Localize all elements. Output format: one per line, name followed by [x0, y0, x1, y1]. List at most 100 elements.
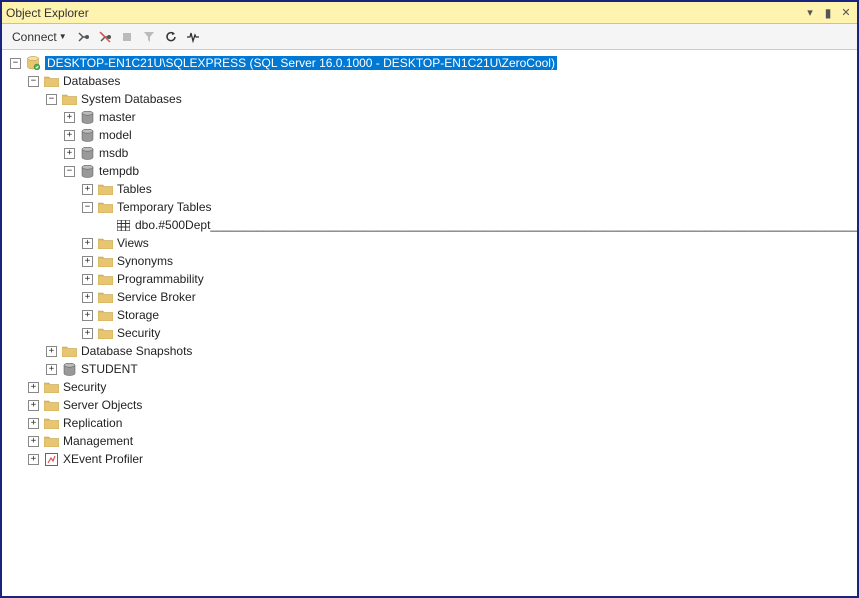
databases-node[interactable]: − Databases: [10, 72, 857, 90]
model-label[interactable]: model: [99, 128, 132, 142]
security-label[interactable]: Security: [63, 380, 106, 394]
close-icon[interactable]: ✕: [839, 6, 853, 19]
expander-icon[interactable]: +: [46, 346, 57, 357]
database-icon: [61, 362, 77, 376]
student-label[interactable]: STUDENT: [81, 362, 138, 376]
expander-icon[interactable]: +: [64, 112, 75, 123]
temptables-label[interactable]: Temporary Tables: [117, 200, 212, 214]
servicebroker-label[interactable]: Service Broker: [117, 290, 196, 304]
tempdb-label[interactable]: tempdb: [99, 164, 139, 178]
expander-icon[interactable]: +: [82, 292, 93, 303]
databases-label[interactable]: Databases: [63, 74, 120, 88]
stop-icon: [117, 27, 137, 47]
folder-icon: [97, 236, 113, 250]
synonyms-label[interactable]: Synonyms: [117, 254, 173, 268]
temptable-label[interactable]: dbo.#500Dept____________________________…: [135, 218, 857, 232]
xevent-icon: [43, 452, 59, 466]
folder-icon: [43, 398, 59, 412]
folder-icon: [97, 326, 113, 340]
database-icon: [79, 128, 95, 142]
chevron-down-icon: ▼: [59, 32, 67, 41]
server-icon: [25, 56, 41, 70]
storage-node[interactable]: + Storage: [10, 306, 857, 324]
folder-icon: [61, 92, 77, 106]
folder-icon: [97, 308, 113, 322]
expander-icon[interactable]: +: [82, 184, 93, 195]
snapshots-node[interactable]: + Database Snapshots: [10, 342, 857, 360]
student-db-node[interactable]: + STUDENT: [10, 360, 857, 378]
connect-button[interactable]: Connect ▼: [8, 28, 71, 46]
temptables-node[interactable]: − Temporary Tables: [10, 198, 857, 216]
sysdb-label[interactable]: System Databases: [81, 92, 182, 106]
folder-icon: [43, 434, 59, 448]
expander-icon[interactable]: −: [64, 166, 75, 177]
folder-icon: [97, 272, 113, 286]
folder-icon: [97, 182, 113, 196]
snapshots-label[interactable]: Database Snapshots: [81, 344, 192, 358]
msdb-node[interactable]: + msdb: [10, 144, 857, 162]
synonyms-node[interactable]: + Synonyms: [10, 252, 857, 270]
expander-icon[interactable]: −: [46, 94, 57, 105]
expander-icon[interactable]: +: [64, 148, 75, 159]
management-node[interactable]: + Management: [10, 432, 857, 450]
disconnect-icon[interactable]: [73, 27, 93, 47]
expander-icon[interactable]: +: [82, 238, 93, 249]
programmability-node[interactable]: + Programmability: [10, 270, 857, 288]
model-node[interactable]: + model: [10, 126, 857, 144]
folder-icon: [97, 200, 113, 214]
tree-view[interactable]: − DESKTOP-EN1C21U\SQLEXPRESS (SQL Server…: [2, 50, 857, 596]
storage-label[interactable]: Storage: [117, 308, 159, 322]
replication-label[interactable]: Replication: [63, 416, 122, 430]
expander-icon[interactable]: +: [82, 328, 93, 339]
expander-icon[interactable]: −: [10, 58, 21, 69]
folder-icon: [43, 416, 59, 430]
security-db-node[interactable]: + Security: [10, 324, 857, 342]
serverobjects-label[interactable]: Server Objects: [63, 398, 142, 412]
programmability-label[interactable]: Programmability: [117, 272, 204, 286]
serverobjects-node[interactable]: + Server Objects: [10, 396, 857, 414]
window-dropdown-icon[interactable]: ▾: [803, 6, 817, 19]
expander-icon[interactable]: +: [28, 382, 39, 393]
security-node[interactable]: + Security: [10, 378, 857, 396]
server-label[interactable]: DESKTOP-EN1C21U\SQLEXPRESS (SQL Server 1…: [45, 56, 557, 70]
refresh-icon[interactable]: [161, 27, 181, 47]
toolbar: Connect ▼: [2, 24, 857, 50]
security-db-label[interactable]: Security: [117, 326, 160, 340]
expander-icon[interactable]: +: [64, 130, 75, 141]
expander-icon[interactable]: +: [82, 274, 93, 285]
expander-icon[interactable]: +: [46, 364, 57, 375]
server-node[interactable]: − DESKTOP-EN1C21U\SQLEXPRESS (SQL Server…: [10, 54, 857, 72]
xevent-label[interactable]: XEvent Profiler: [63, 452, 143, 466]
msdb-label[interactable]: msdb: [99, 146, 128, 160]
expander-icon[interactable]: +: [82, 310, 93, 321]
titlebar: Object Explorer ▾ ▮ ✕: [2, 2, 857, 24]
panel-title: Object Explorer: [6, 6, 89, 20]
table-icon: [115, 218, 131, 232]
activity-icon[interactable]: [183, 27, 203, 47]
master-node[interactable]: + master: [10, 108, 857, 126]
views-node[interactable]: + Views: [10, 234, 857, 252]
tables-label[interactable]: Tables: [117, 182, 152, 196]
pin-icon[interactable]: ▮: [821, 6, 835, 20]
servicebroker-node[interactable]: + Service Broker: [10, 288, 857, 306]
folder-icon: [97, 290, 113, 304]
xevent-node[interactable]: + XEvent Profiler: [10, 450, 857, 468]
replication-node[interactable]: + Replication: [10, 414, 857, 432]
folder-icon: [43, 74, 59, 88]
expander-icon[interactable]: +: [28, 400, 39, 411]
disconnect-all-icon[interactable]: [95, 27, 115, 47]
sysdb-node[interactable]: − System Databases: [10, 90, 857, 108]
views-label[interactable]: Views: [117, 236, 149, 250]
temptable-item-node[interactable]: + dbo.#500Dept__________________________…: [10, 216, 857, 234]
tables-node[interactable]: + Tables: [10, 180, 857, 198]
tempdb-node[interactable]: − tempdb: [10, 162, 857, 180]
expander-icon[interactable]: +: [28, 454, 39, 465]
expander-icon[interactable]: +: [28, 418, 39, 429]
expander-icon[interactable]: −: [28, 76, 39, 87]
management-label[interactable]: Management: [63, 434, 133, 448]
database-icon: [79, 110, 95, 124]
expander-icon[interactable]: +: [28, 436, 39, 447]
master-label[interactable]: master: [99, 110, 136, 124]
expander-icon[interactable]: −: [82, 202, 93, 213]
expander-icon[interactable]: +: [82, 256, 93, 267]
